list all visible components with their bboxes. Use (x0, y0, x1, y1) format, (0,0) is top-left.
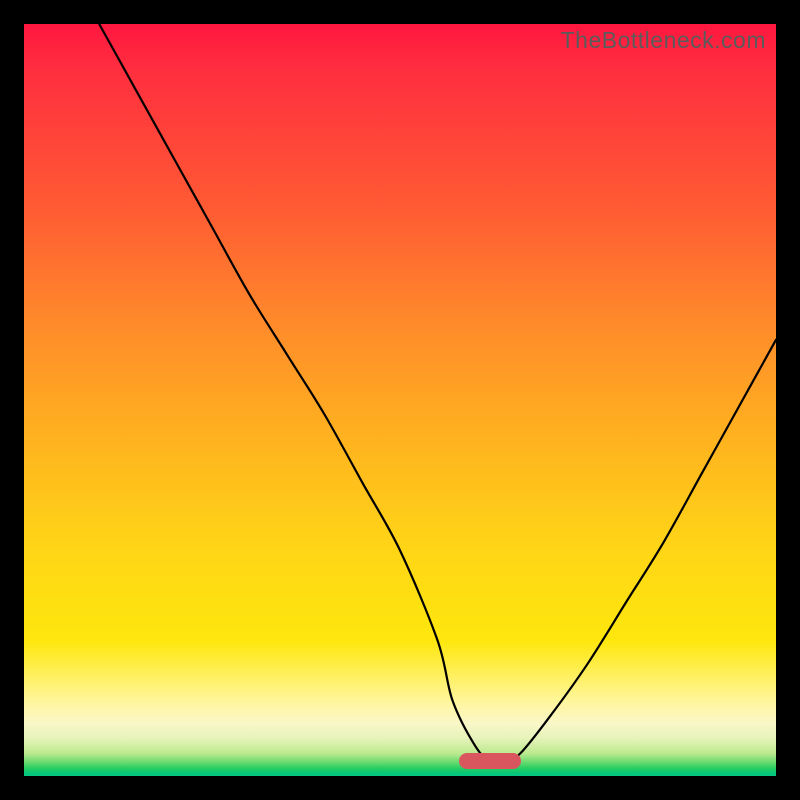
plot-area: TheBottleneck.com (24, 24, 776, 776)
watermark-text: TheBottleneck.com (561, 27, 766, 54)
chart-frame: TheBottleneck.com (0, 0, 800, 800)
background-gradient (24, 24, 776, 776)
optimal-marker (459, 753, 521, 769)
